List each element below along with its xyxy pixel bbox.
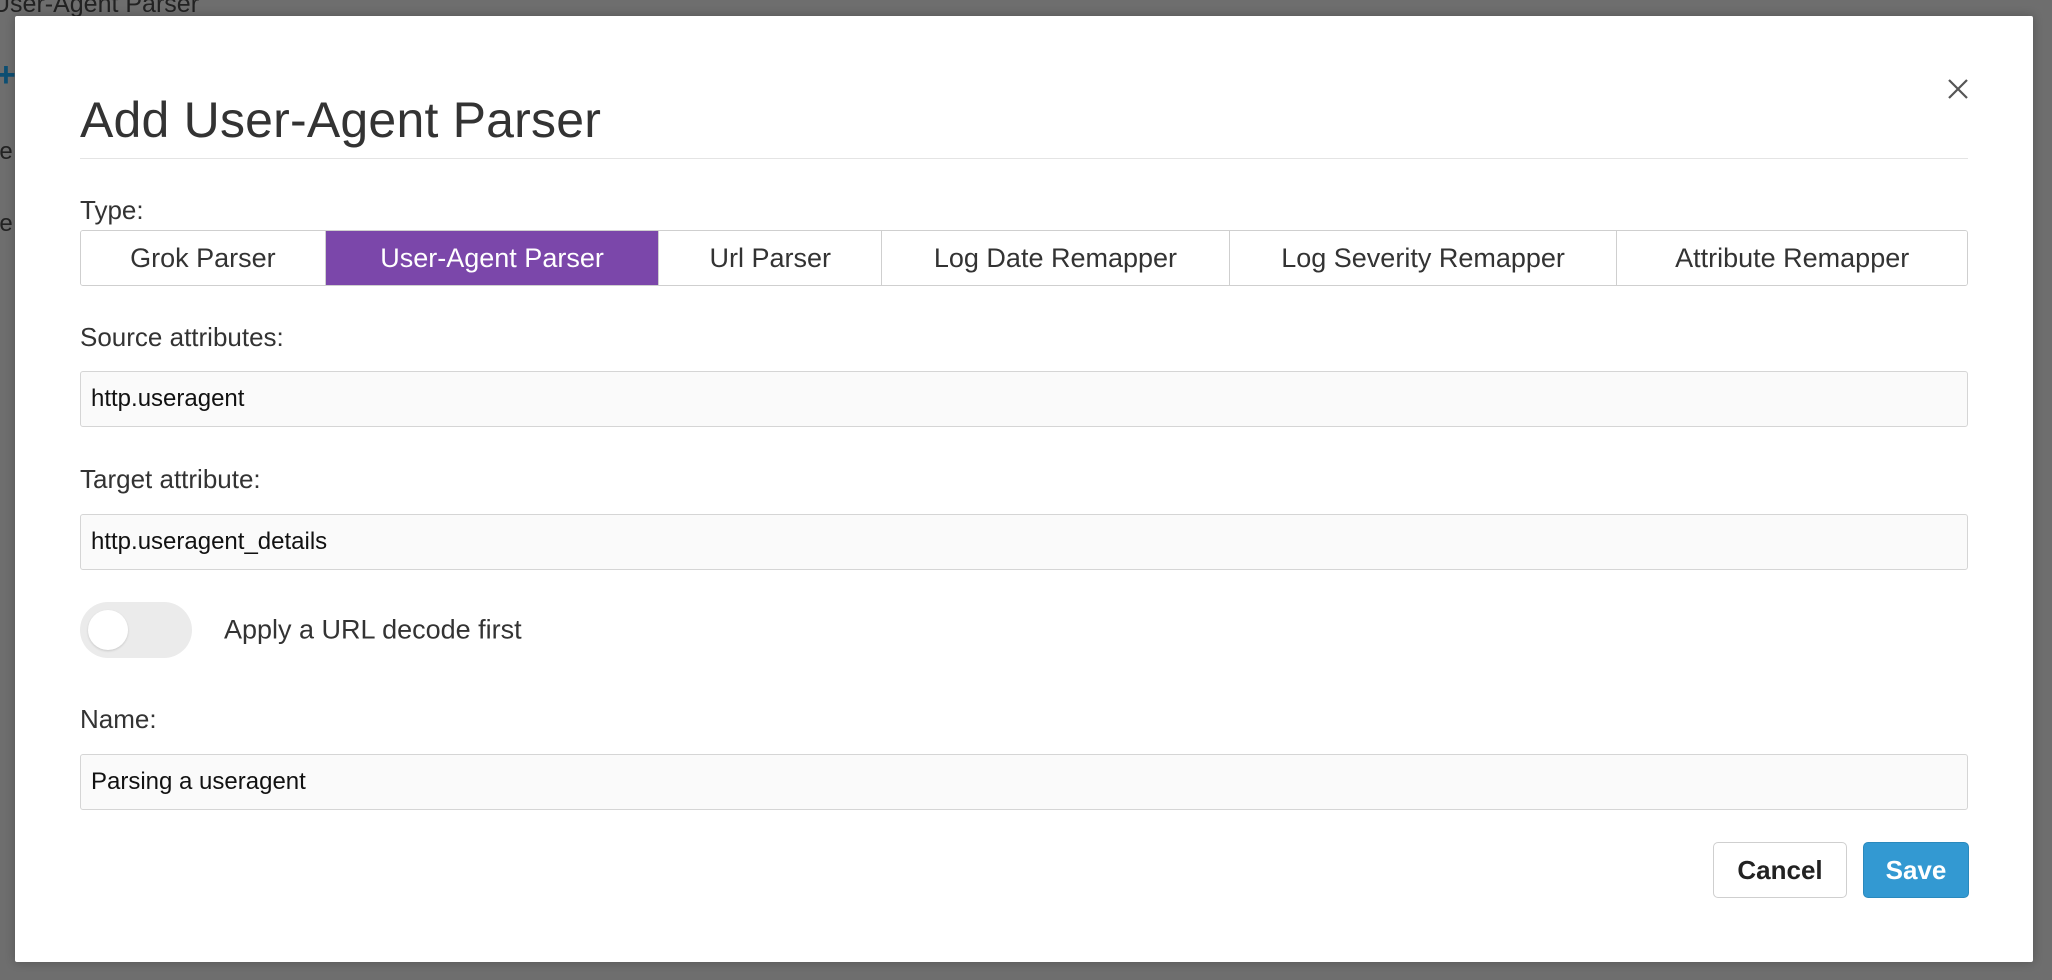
source-attributes-label: Source attributes:: [80, 322, 284, 352]
tab-grok-parser[interactable]: Grok Parser: [81, 231, 326, 285]
name-label: Name:: [80, 704, 157, 734]
add-parser-modal: Add User-Agent Parser Type: Grok Parser …: [15, 16, 2033, 962]
type-label: Type:: [80, 195, 144, 225]
toggle-knob: [88, 610, 128, 650]
modal-title: Add User-Agent Parser: [80, 92, 602, 148]
background-row-text: pe: [0, 138, 13, 165]
url-decode-label: Apply a URL decode first: [224, 614, 522, 645]
source-attributes-input[interactable]: [80, 371, 1968, 427]
tab-user-agent-parser[interactable]: User-Agent Parser: [325, 231, 660, 285]
tab-log-date-remapper[interactable]: Log Date Remapper: [882, 231, 1230, 285]
name-input[interactable]: [80, 754, 1968, 810]
title-divider: [80, 158, 1968, 159]
add-icon: +: [0, 56, 16, 94]
background-row-text: pe: [0, 210, 13, 237]
save-button[interactable]: Save: [1863, 842, 1969, 898]
close-button[interactable]: [1937, 68, 1977, 108]
parser-type-tabs: Grok Parser User-Agent Parser Url Parser…: [80, 230, 1968, 286]
target-attribute-input[interactable]: [80, 514, 1968, 570]
tab-url-parser[interactable]: Url Parser: [659, 231, 883, 285]
url-decode-toggle[interactable]: [80, 602, 192, 658]
target-attribute-label: Target attribute:: [80, 464, 261, 494]
cancel-button[interactable]: Cancel: [1713, 842, 1847, 898]
close-icon: [1948, 79, 1968, 99]
tab-attribute-remapper[interactable]: Attribute Remapper: [1617, 231, 1967, 285]
tab-log-severity-remapper[interactable]: Log Severity Remapper: [1229, 231, 1618, 285]
